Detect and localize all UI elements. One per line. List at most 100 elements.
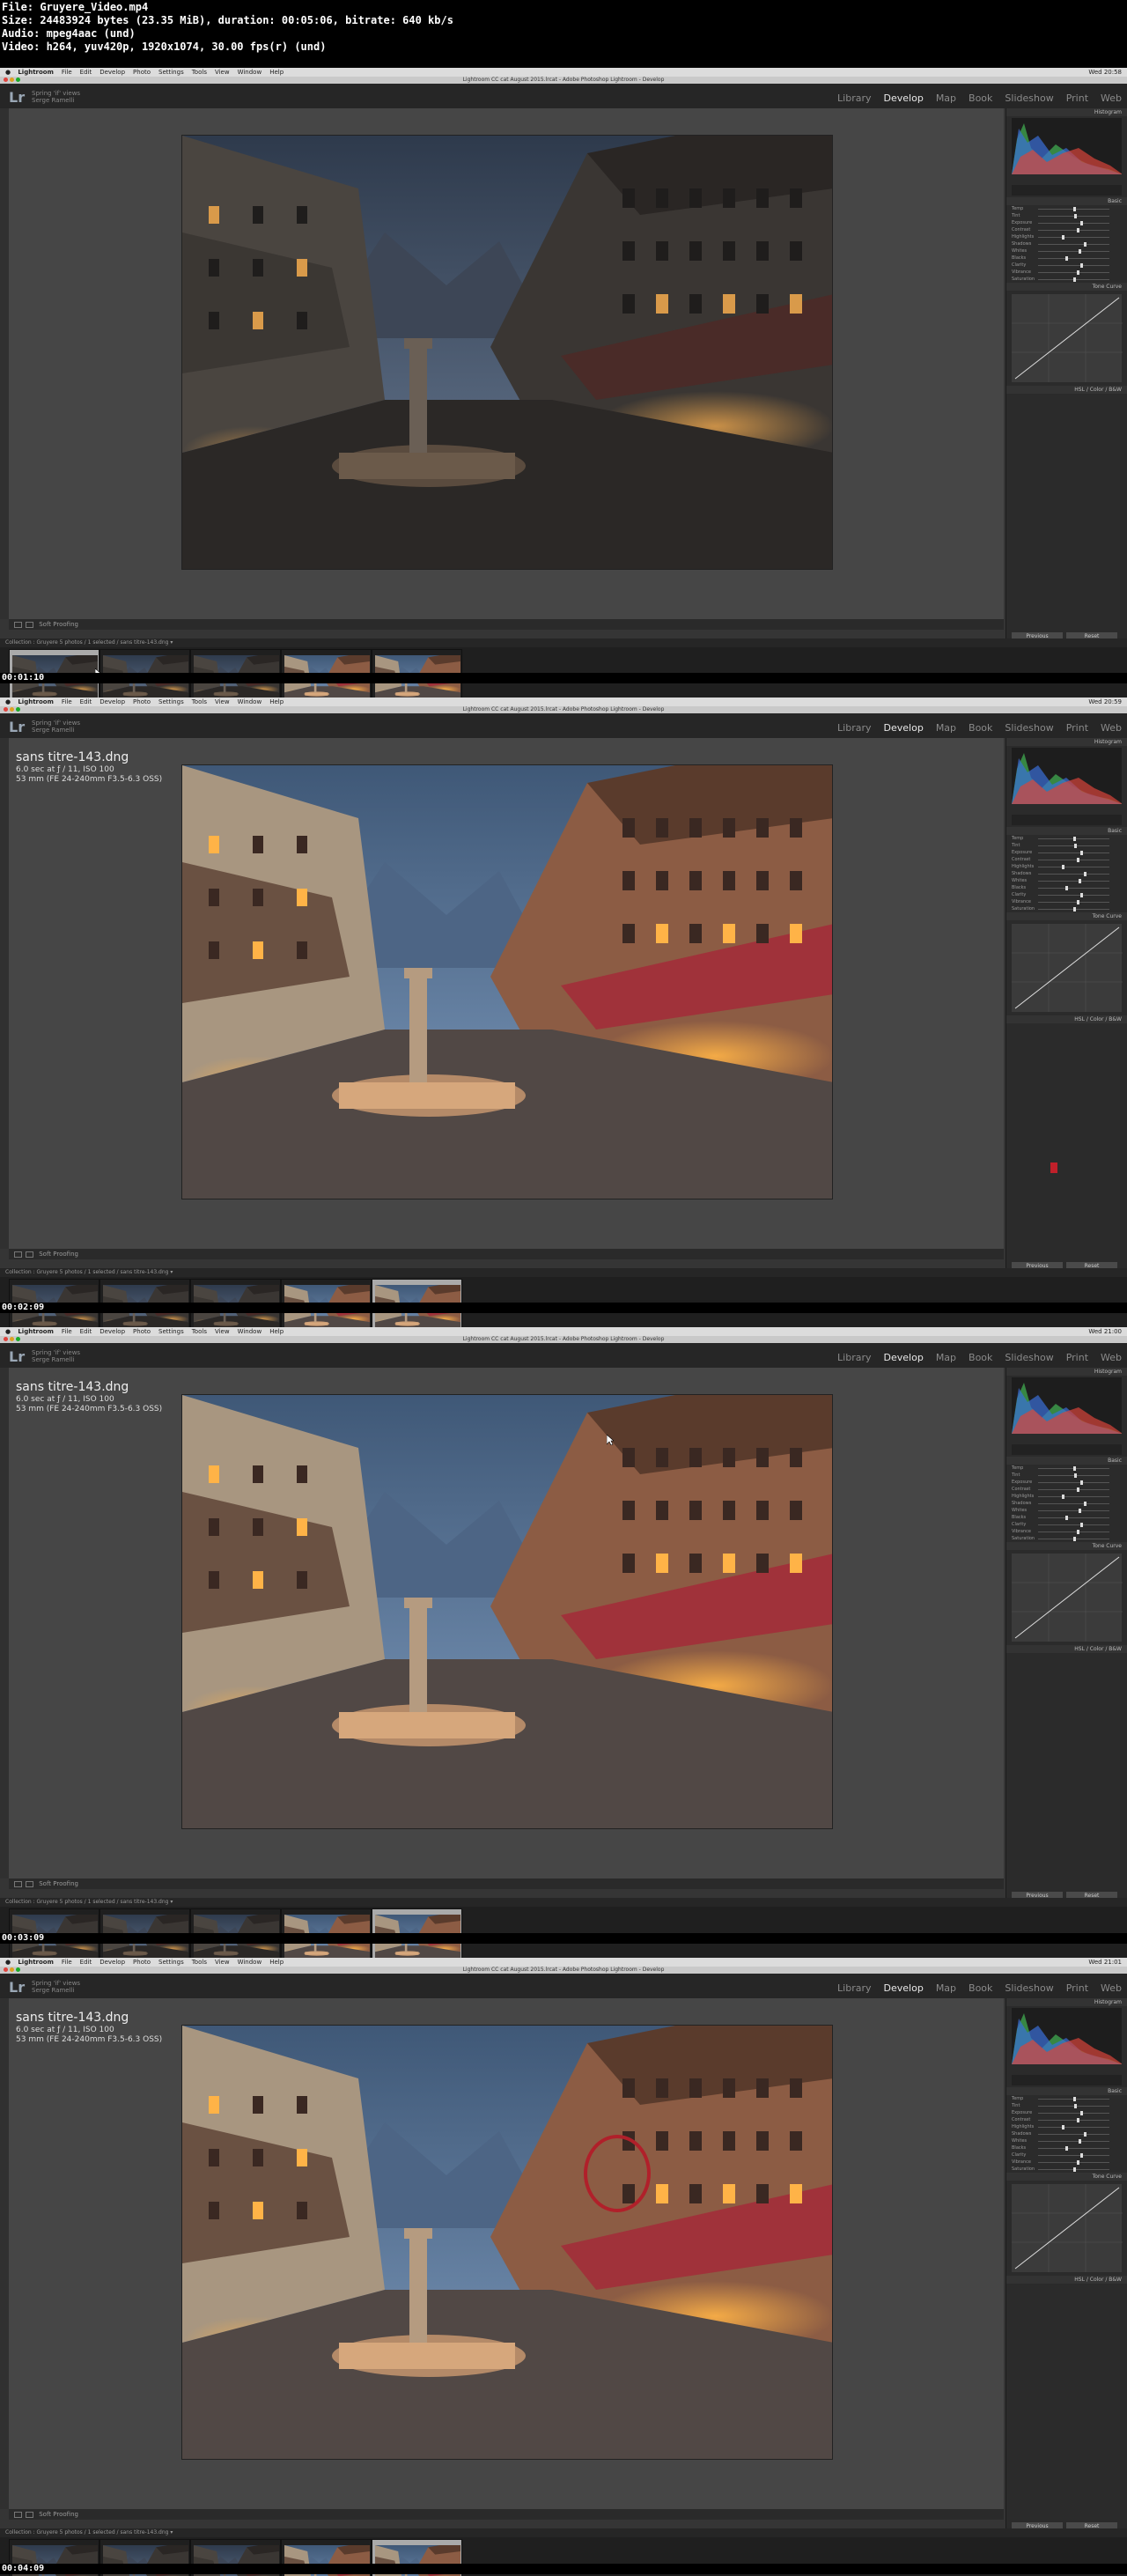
menu-item-file[interactable]: File	[62, 68, 72, 77]
slider-track[interactable]	[1038, 263, 1109, 268]
menu-item-develop[interactable]: Develop	[99, 1327, 125, 1336]
slider-knob[interactable]	[1076, 228, 1079, 233]
slider-saturation[interactable]: Saturation	[1012, 905, 1122, 912]
slider-highlights[interactable]: Highlights	[1012, 2123, 1122, 2130]
close-icon[interactable]	[4, 1337, 8, 1341]
main-photo[interactable]	[181, 135, 833, 570]
slider-knob[interactable]	[1078, 879, 1081, 883]
slider-highlights[interactable]: Highlights	[1012, 863, 1122, 870]
module-develop[interactable]: Develop	[884, 722, 924, 734]
menu-item-settings[interactable]: Settings	[158, 698, 184, 706]
slider-whites[interactable]: Whites	[1012, 877, 1122, 884]
menu-item-file[interactable]: File	[62, 698, 72, 706]
close-icon[interactable]	[4, 1967, 8, 1972]
slider-knob[interactable]	[1065, 1516, 1069, 1520]
module-web[interactable]: Web	[1101, 92, 1122, 104]
slider-knob[interactable]	[1078, 249, 1081, 254]
slider-exposure[interactable]: Exposure	[1012, 219, 1122, 226]
slider-track[interactable]	[1038, 256, 1109, 261]
module-develop[interactable]: Develop	[884, 1982, 924, 1994]
slider-knob[interactable]	[1079, 851, 1083, 855]
loupe-view-icon[interactable]	[14, 1880, 22, 1887]
slider-temp[interactable]: Temp	[1012, 835, 1122, 842]
menu-item-settings[interactable]: Settings	[158, 1327, 184, 1336]
slider-knob[interactable]	[1072, 1466, 1076, 1471]
menu-item-help[interactable]: Help	[269, 68, 284, 77]
before-after-icon[interactable]	[26, 621, 33, 628]
slider-track[interactable]	[1038, 1509, 1109, 1513]
slider-tint[interactable]: Tint	[1012, 212, 1122, 219]
slider-knob[interactable]	[1076, 1530, 1079, 1534]
slider-track[interactable]	[1038, 872, 1109, 876]
slider-knob[interactable]	[1072, 1537, 1076, 1541]
photo-canvas[interactable]: sans titre-143.dng 6.0 sec at ƒ / 11, IS…	[9, 108, 1004, 619]
basic-header[interactable]: Basic	[1006, 827, 1127, 835]
menu-item-tools[interactable]: Tools	[192, 1327, 207, 1336]
slider-knob[interactable]	[1083, 1502, 1086, 1506]
slider-knob[interactable]	[1072, 907, 1076, 912]
slider-saturation[interactable]: Saturation	[1012, 2166, 1122, 2173]
module-library[interactable]: Library	[837, 1352, 871, 1363]
before-after-icon[interactable]	[26, 2511, 33, 2518]
slider-blacks[interactable]: Blacks	[1012, 255, 1122, 262]
slider-track[interactable]	[1038, 2146, 1109, 2151]
menu-item-tools[interactable]: Tools	[192, 698, 207, 706]
slider-temp[interactable]: Temp	[1012, 1465, 1122, 1472]
loupe-view-icon[interactable]	[14, 621, 22, 628]
tone-curve[interactable]	[1012, 924, 1123, 1012]
tool-strip[interactable]	[1012, 185, 1122, 196]
module-print[interactable]: Print	[1066, 1982, 1088, 1994]
slider-temp[interactable]: Temp	[1012, 2095, 1122, 2102]
zoom-icon[interactable]	[16, 1337, 20, 1341]
module-web[interactable]: Web	[1101, 1982, 1122, 1994]
menu-item-window[interactable]: Window	[238, 68, 262, 77]
main-photo[interactable]	[181, 764, 833, 1199]
close-icon[interactable]	[4, 78, 8, 82]
slider-contrast[interactable]: Contrast	[1012, 1486, 1122, 1493]
tool-strip[interactable]	[1012, 1444, 1122, 1455]
menu-item-lightroom[interactable]: Lightroom	[18, 698, 54, 706]
slider-whites[interactable]: Whites	[1012, 1507, 1122, 1514]
slider-blacks[interactable]: Blacks	[1012, 2144, 1122, 2152]
histogram-header[interactable]: Histogram	[1006, 738, 1127, 746]
soft-proofing-label[interactable]: Soft Proofing	[39, 1251, 78, 1258]
menu-item-help[interactable]: Help	[269, 1327, 284, 1336]
slider-whites[interactable]: Whites	[1012, 2137, 1122, 2144]
slider-tint[interactable]: Tint	[1012, 842, 1122, 849]
module-map[interactable]: Map	[936, 722, 956, 734]
menu-item-edit[interactable]: Edit	[80, 1958, 92, 1967]
tool-strip[interactable]	[1012, 815, 1122, 825]
menu-item-edit[interactable]: Edit	[80, 698, 92, 706]
slider-track[interactable]	[1038, 1516, 1109, 1520]
slider-blacks[interactable]: Blacks	[1012, 1514, 1122, 1521]
module-develop[interactable]: Develop	[884, 1352, 924, 1363]
module-web[interactable]: Web	[1101, 722, 1122, 734]
menu-item-settings[interactable]: Settings	[158, 68, 184, 77]
tool-strip[interactable]	[1012, 2075, 1122, 2085]
menu-item-lightroom[interactable]: Lightroom	[18, 1327, 54, 1336]
menu-item-file[interactable]: File	[62, 1327, 72, 1336]
module-library[interactable]: Library	[837, 92, 871, 104]
minimize-icon[interactable]	[10, 1337, 14, 1341]
module-library[interactable]: Library	[837, 1982, 871, 1994]
slider-shadows[interactable]: Shadows	[1012, 1500, 1122, 1507]
slider-knob[interactable]	[1072, 837, 1076, 841]
module-book[interactable]: Book	[969, 722, 992, 734]
slider-knob[interactable]	[1083, 2132, 1086, 2137]
slider-contrast[interactable]: Contrast	[1012, 2116, 1122, 2123]
slider-track[interactable]	[1038, 2167, 1109, 2172]
photo-canvas[interactable]: sans titre-143.dng 6.0 sec at ƒ / 11, IS…	[9, 1368, 1004, 1878]
histogram-header[interactable]: Histogram	[1006, 1368, 1127, 1376]
histogram[interactable]	[1012, 2008, 1122, 2064]
slider-track[interactable]	[1038, 837, 1109, 841]
slider-track[interactable]	[1038, 2139, 1109, 2144]
menu-item-view[interactable]: View	[215, 698, 230, 706]
module-book[interactable]: Book	[969, 1982, 992, 1994]
histogram[interactable]	[1012, 1377, 1122, 1434]
slider-track[interactable]	[1038, 2118, 1109, 2122]
slider-knob[interactable]	[1076, 2160, 1079, 2165]
slider-saturation[interactable]: Saturation	[1012, 1535, 1122, 1542]
slider-knob[interactable]	[1062, 1495, 1065, 1499]
menu-item-lightroom[interactable]: Lightroom	[18, 1958, 54, 1967]
slider-vibrance[interactable]: Vibrance	[1012, 2159, 1122, 2166]
